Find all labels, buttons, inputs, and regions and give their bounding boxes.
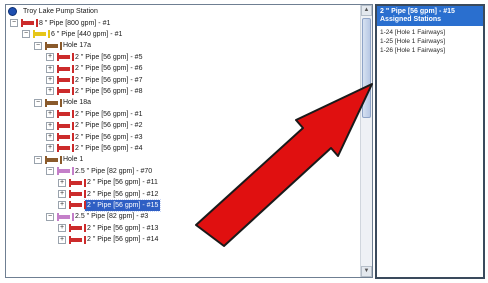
tree-row[interactable]: +2 " Pipe [56 gpm] - #14 <box>58 234 160 245</box>
tree-root-row[interactable]: Troy Lake Pump Station <box>8 6 100 17</box>
tree-row[interactable]: − 2.5 " Pipe [82 gpm] - #3 <box>46 211 150 222</box>
collapse-icon[interactable]: − <box>46 167 54 176</box>
pipe-icon <box>57 64 74 73</box>
tree-row-label: 2 " Pipe [56 gpm] - #8 <box>75 87 143 95</box>
pipe-icon <box>57 144 74 153</box>
pipe-icon <box>21 19 38 27</box>
tree-row-label: 2 " Pipe [56 gpm] - #5 <box>75 53 143 61</box>
scroll-down-button[interactable]: ▼ <box>361 266 372 277</box>
tree-row[interactable]: − 6 " Pipe [440 gpm] - #1 <box>22 29 124 40</box>
expand-icon[interactable]: + <box>46 133 54 141</box>
tree-row[interactable]: +2 " Pipe [56 gpm] - #4 <box>46 143 144 154</box>
pipe-icon <box>69 235 86 244</box>
expand-icon[interactable]: + <box>46 64 54 73</box>
pipe-icon <box>69 178 86 187</box>
vertical-scrollbar[interactable]: ▲ ▼ <box>360 5 372 277</box>
station-item[interactable]: 1-24 [Hole 1 Fairways] <box>377 28 483 37</box>
tree-row-label: 8 " Pipe [800 gpm] - #1 <box>39 19 111 27</box>
pipe-icon <box>57 212 74 221</box>
expand-icon[interactable]: + <box>46 53 54 62</box>
tree-row[interactable]: +2 " Pipe [56 gpm] - #2 <box>46 120 144 131</box>
expand-icon[interactable]: + <box>58 190 66 198</box>
assigned-stations-panel: 2 " Pipe [56 gpm] - #15 Assigned Station… <box>375 4 485 279</box>
tree-row-label: 6 " Pipe [440 gpm] - #1 <box>51 30 123 38</box>
tree-rows: Troy Lake Pump Station − 8 " Pipe [800 gp… <box>6 5 360 277</box>
pump-station-icon <box>8 7 17 16</box>
station-item[interactable]: 1-26 [Hole 1 Fairways] <box>377 46 483 55</box>
tree-row[interactable]: − Hole 1 <box>34 154 85 165</box>
pipe-icon <box>57 110 74 119</box>
pipe-icon <box>45 41 62 50</box>
tree-row-label: 2 " Pipe [56 gpm] - #15 <box>83 198 162 212</box>
tree-row[interactable]: +2 " Pipe [56 gpm] - #7 <box>46 75 144 86</box>
tree-row[interactable]: +2 " Pipe [56 gpm] - #1 <box>46 109 144 120</box>
expand-icon[interactable]: + <box>46 76 54 84</box>
scroll-thumb[interactable] <box>362 18 371 118</box>
details-header: 2 " Pipe [56 gpm] - #15 Assigned Station… <box>377 6 483 26</box>
tree-row[interactable]: − Hole 17a <box>34 40 93 51</box>
tree-root-label: Troy Lake Pump Station <box>23 8 98 15</box>
tree-row[interactable]: +2 " Pipe [56 gpm] - #6 <box>46 63 144 74</box>
expand-icon[interactable]: + <box>58 235 66 244</box>
pipe-icon <box>45 98 62 107</box>
collapse-icon[interactable]: − <box>10 19 18 27</box>
tree-row-label: 2 " Pipe [56 gpm] - #11 <box>87 179 158 187</box>
tree-row-label: 2 " Pipe [56 gpm] - #1 <box>75 110 143 118</box>
tree-row-label: 2 " Pipe [56 gpm] - #3 <box>75 133 143 141</box>
pipe-icon <box>57 53 74 62</box>
pipe-icon <box>57 76 74 84</box>
details-title: 2 " Pipe [56 gpm] - #15 <box>380 8 455 15</box>
station-item[interactable]: 1-25 [Hole 1 Fairways] <box>377 37 483 46</box>
expand-icon[interactable]: + <box>46 121 54 130</box>
tree-row[interactable]: +2 " Pipe [56 gpm] - #5 <box>46 52 144 63</box>
pipe-icon <box>57 87 74 96</box>
tree-row[interactable]: +2 " Pipe [56 gpm] - #13 <box>58 223 160 234</box>
tree-row-label: 2 " Pipe [56 gpm] - #6 <box>75 65 143 73</box>
pipe-icon <box>69 190 86 198</box>
tree-row[interactable]: +2 " Pipe [56 gpm] - #3 <box>46 132 144 143</box>
details-subtitle: Assigned Stations <box>380 16 442 23</box>
tree-row[interactable]: +2 " Pipe [56 gpm] - #8 <box>46 86 144 97</box>
tree-row-label: 2 " Pipe [56 gpm] - #14 <box>87 236 159 244</box>
pipe-tree-panel[interactable]: Troy Lake Pump Station − 8 " Pipe [800 gp… <box>5 4 373 278</box>
expand-icon[interactable]: + <box>46 144 54 153</box>
station-list: 1-24 [Hole 1 Fairways] 1-25 [Hole 1 Fair… <box>377 26 483 55</box>
expand-icon[interactable]: + <box>58 201 66 210</box>
tree-row[interactable]: − Hole 18a <box>34 97 93 108</box>
collapse-icon[interactable]: − <box>46 212 54 221</box>
tree-row-selected[interactable]: +2 " Pipe [56 gpm] - #15 <box>58 198 162 212</box>
tree-row-label: Hole 18a <box>63 99 92 107</box>
collapse-icon[interactable]: − <box>22 30 30 39</box>
pipe-icon <box>45 155 62 164</box>
expand-icon[interactable]: + <box>58 224 66 233</box>
collapse-icon[interactable]: − <box>34 155 42 164</box>
pipe-icon <box>69 224 86 233</box>
pipe-icon <box>69 201 86 210</box>
collapse-icon[interactable]: − <box>34 41 42 50</box>
tree-row-label: 2 " Pipe [56 gpm] - #7 <box>75 76 143 84</box>
tree-row-label: 2 " Pipe [56 gpm] - #4 <box>75 144 143 152</box>
tree-row-label: 2 " Pipe [56 gpm] - #12 <box>87 190 159 198</box>
expand-icon[interactable]: + <box>46 110 54 119</box>
pipe-icon <box>57 121 74 130</box>
pipe-icon <box>57 133 74 141</box>
tree-row[interactable]: +2 " Pipe [56 gpm] - #11 <box>58 177 160 188</box>
collapse-icon[interactable]: − <box>34 98 42 107</box>
expand-icon[interactable]: + <box>46 87 54 96</box>
tree-row-label: 2.5 " Pipe [82 gpm] - #70 <box>75 167 153 175</box>
pipe-icon <box>57 167 74 176</box>
tree-row[interactable]: − 8 " Pipe [800 gpm] - #1 <box>10 18 112 29</box>
scroll-up-button[interactable]: ▲ <box>361 5 372 16</box>
tree-row-label: Hole 17a <box>63 42 92 50</box>
tree-row-label: Hole 1 <box>63 156 84 164</box>
expand-icon[interactable]: + <box>58 178 66 187</box>
tree-row-label: 2.5 " Pipe [82 gpm] - #3 <box>75 213 149 221</box>
tree-row-label: 2 " Pipe [56 gpm] - #2 <box>75 122 143 130</box>
tree-row-label: 2 " Pipe [56 gpm] - #13 <box>87 224 159 232</box>
pipe-icon <box>33 30 50 39</box>
tree-row[interactable]: − 2.5 " Pipe [82 gpm] - #70 <box>46 166 154 177</box>
tree-row[interactable]: +2 " Pipe [56 gpm] - #12 <box>58 189 160 200</box>
